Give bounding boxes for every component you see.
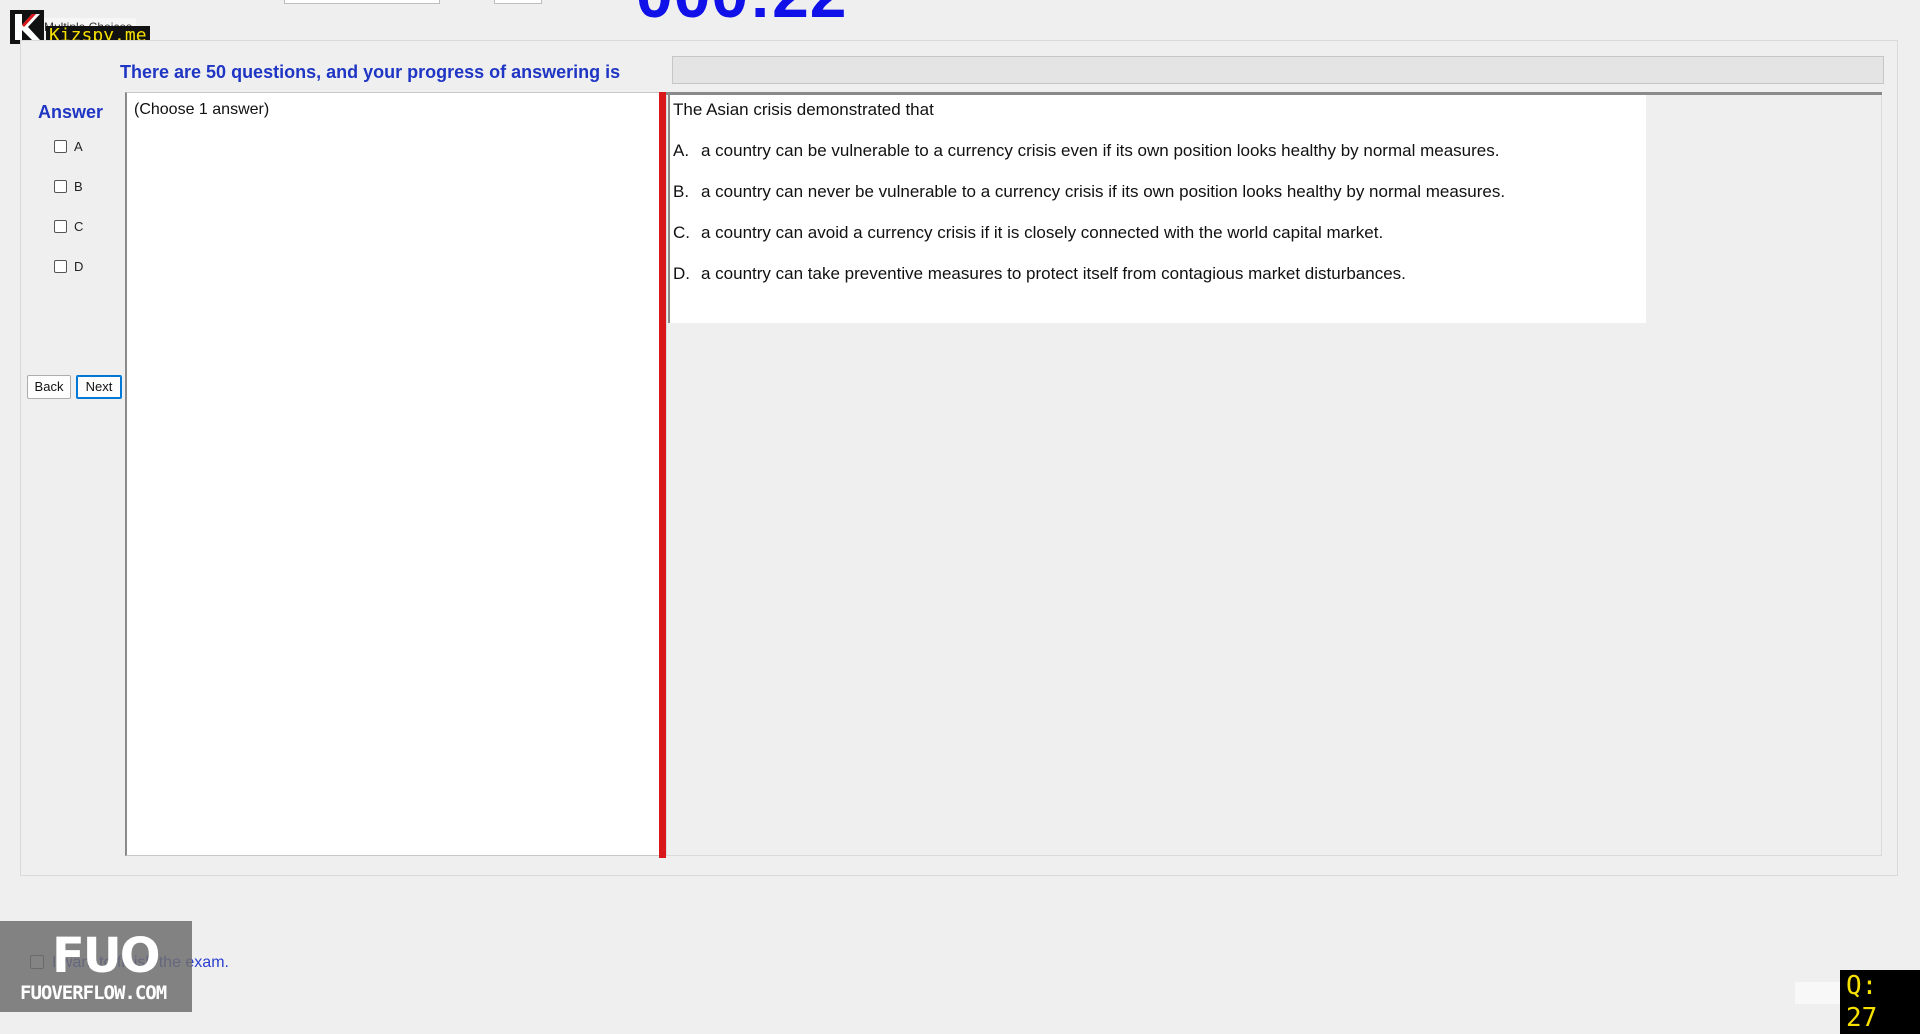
question-number-badge: Q: 27: [1840, 970, 1920, 1034]
question-option-letter: D.: [673, 264, 690, 283]
question-option-text: a country can take preventive measures t…: [701, 264, 1406, 283]
question-box: [668, 95, 1646, 323]
answer-option-c[interactable]: C: [54, 219, 83, 234]
answer-option-label: A: [74, 139, 83, 154]
question-option-letter: B.: [673, 182, 690, 201]
answer-option-d[interactable]: D: [54, 259, 83, 274]
question-option-c: C. a country can avoid a currency crisis …: [673, 223, 1383, 243]
question-option-text: a country can be vulnerable to a currenc…: [701, 141, 1500, 160]
progress-label: There are 50 questions, and your progres…: [120, 62, 621, 82]
answer-option-b[interactable]: B: [54, 179, 83, 194]
question-option-letter: C.: [673, 223, 690, 242]
question-option-b: B. a country can never be vulnerable to a…: [673, 182, 1505, 202]
kizspy-logo-icon: [10, 10, 44, 44]
checkbox-d[interactable]: [54, 260, 67, 273]
checkbox-c[interactable]: [54, 220, 67, 233]
question-option-text: a country can avoid a currency crisis if…: [701, 223, 1384, 242]
answer-option-a[interactable]: A: [54, 139, 83, 154]
question-option-d: D. a country can take preventive measures…: [673, 264, 1406, 284]
exam-timer: 000:22: [636, 0, 848, 32]
top-dropdown[interactable]: [284, 0, 440, 4]
back-button[interactable]: Back: [27, 375, 71, 399]
fuo-logo: FUO: [52, 928, 161, 984]
fuoverflow-site: FUOVERFLOW.COM: [20, 982, 167, 1004]
status-field: [1795, 982, 1841, 1004]
next-button[interactable]: Next: [76, 375, 122, 399]
question-option-a: A. a country can be vulnerable to a curre…: [673, 141, 1499, 161]
answer-option-label: B: [74, 179, 83, 194]
question-stem: The Asian crisis demonstrated that: [673, 100, 934, 119]
question-option-letter: A.: [673, 141, 690, 160]
answer-option-label: C: [74, 219, 84, 234]
answer-heading: Answer: [38, 102, 104, 122]
top-small-button[interactable]: [494, 0, 542, 4]
question-option-text: a country can never be vulnerable to a c…: [701, 182, 1506, 201]
checkbox-b[interactable]: [54, 180, 67, 193]
answer-pane: [125, 92, 661, 856]
checkbox-a[interactable]: [54, 140, 67, 153]
progress-bar: [672, 56, 1884, 84]
answer-option-label: D: [74, 259, 84, 274]
choose-hint: (Choose 1 answer): [134, 101, 270, 118]
pane-splitter[interactable]: [659, 92, 666, 858]
